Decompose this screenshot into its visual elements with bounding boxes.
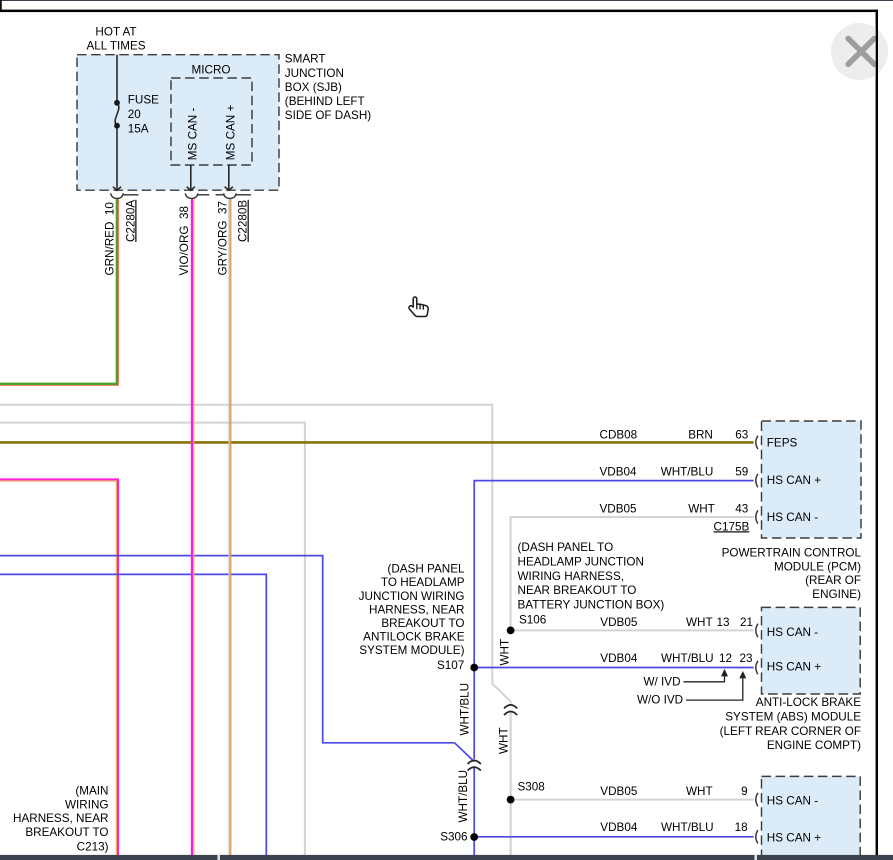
- svg-text:59: 59: [735, 465, 748, 478]
- svg-text:ANTI-LOCK BRAKE: ANTI-LOCK BRAKE: [756, 696, 861, 709]
- svg-text:HS CAN -: HS CAN -: [767, 626, 818, 639]
- svg-text:WHT/BLU: WHT/BLU: [457, 770, 470, 823]
- svg-text:S107: S107: [437, 659, 464, 672]
- svg-text:BOX (SJB): BOX (SJB): [285, 81, 342, 94]
- svg-text:MS CAN -: MS CAN -: [186, 107, 199, 160]
- svg-text:POWERTRAIN CONTROL: POWERTRAIN CONTROL: [722, 547, 862, 560]
- svg-text:W/O IVD: W/O IVD: [637, 694, 683, 707]
- svg-text:C175B: C175B: [714, 520, 750, 533]
- svg-text:VDB05: VDB05: [600, 502, 638, 515]
- svg-text:9: 9: [741, 785, 748, 798]
- svg-text:S308: S308: [518, 780, 545, 793]
- svg-text:13: 13: [716, 616, 729, 629]
- svg-text:WHT: WHT: [686, 616, 713, 629]
- svg-text:HS CAN -: HS CAN -: [767, 795, 818, 808]
- svg-text:SIDE OF DASH): SIDE OF DASH): [285, 109, 371, 122]
- svg-text:HS CAN +: HS CAN +: [767, 474, 821, 487]
- svg-text:BATTERY JUNCTION BOX): BATTERY JUNCTION BOX): [518, 598, 665, 611]
- svg-text:MS CAN +: MS CAN +: [224, 104, 237, 160]
- svg-text:C2280A: C2280A: [124, 200, 137, 242]
- svg-text:43: 43: [735, 502, 748, 515]
- svg-text:VIO/ORG 38: VIO/ORG 38: [178, 206, 191, 276]
- svg-text:WHT: WHT: [686, 785, 713, 798]
- svg-text:MODULE (PCM): MODULE (PCM): [774, 560, 861, 573]
- svg-text:23: 23: [739, 652, 752, 665]
- svg-text:(DASH PANEL TO: (DASH PANEL TO: [518, 541, 614, 554]
- svg-text:(REAR OF: (REAR OF: [805, 574, 861, 587]
- svg-text:BREAKOUT TO: BREAKOUT TO: [381, 617, 464, 630]
- svg-text:WHT/BLU: WHT/BLU: [661, 465, 714, 478]
- svg-text:HS CAN -: HS CAN -: [767, 511, 818, 524]
- svg-text:HARNESS, NEAR: HARNESS, NEAR: [369, 603, 464, 616]
- svg-text:(DASH PANEL: (DASH PANEL: [387, 563, 465, 576]
- svg-text:WHT: WHT: [498, 727, 511, 754]
- svg-text:WHT: WHT: [688, 502, 715, 515]
- svg-text:S306: S306: [440, 830, 467, 843]
- svg-text:VDB04: VDB04: [600, 465, 638, 478]
- svg-text:W/ IVD: W/ IVD: [644, 675, 681, 688]
- svg-text:JUNCTION WIRING: JUNCTION WIRING: [359, 590, 465, 603]
- svg-text:SMART: SMART: [285, 53, 326, 66]
- svg-text:ANTILOCK BRAKE: ANTILOCK BRAKE: [363, 631, 465, 644]
- svg-text:18: 18: [735, 821, 748, 834]
- svg-text:WHT/BLU: WHT/BLU: [458, 683, 471, 736]
- svg-text:HS CAN +: HS CAN +: [767, 832, 821, 845]
- svg-text:BRN: BRN: [688, 428, 713, 441]
- svg-text:VDB04: VDB04: [600, 821, 638, 834]
- svg-text:C213): C213): [77, 840, 109, 853]
- svg-text:NEAR BREAKOUT TO: NEAR BREAKOUT TO: [518, 584, 637, 597]
- svg-text:12: 12: [719, 652, 732, 665]
- svg-text:WHT/BLU: WHT/BLU: [661, 652, 714, 665]
- svg-text:63: 63: [735, 428, 748, 441]
- svg-text:CDB08: CDB08: [600, 428, 638, 441]
- svg-text:TO HEADLAMP: TO HEADLAMP: [381, 576, 465, 589]
- svg-text:VDB05: VDB05: [600, 616, 638, 629]
- svg-text:HOT AT: HOT AT: [95, 25, 136, 38]
- svg-text:SYSTEM (ABS) MODULE: SYSTEM (ABS) MODULE: [725, 711, 861, 724]
- svg-text:21: 21: [740, 616, 753, 629]
- svg-text:SYSTEM MODULE): SYSTEM MODULE): [359, 644, 464, 657]
- svg-text:HARNESS, NEAR: HARNESS, NEAR: [13, 812, 108, 825]
- svg-text:BREAKOUT TO: BREAKOUT TO: [25, 826, 108, 839]
- svg-text:WIRING: WIRING: [65, 798, 109, 811]
- svg-text:15A: 15A: [128, 122, 149, 135]
- svg-text:(MAIN: (MAIN: [75, 784, 108, 797]
- svg-text:20: 20: [128, 108, 142, 121]
- svg-text:MICRO: MICRO: [192, 64, 231, 77]
- svg-text:ENGINE): ENGINE): [812, 588, 861, 601]
- svg-text:FEPS: FEPS: [767, 437, 798, 450]
- svg-text:JUNCTION: JUNCTION: [285, 67, 344, 80]
- svg-text:HEADLAMP JUNCTION: HEADLAMP JUNCTION: [518, 556, 644, 569]
- svg-text:FUSE: FUSE: [128, 94, 159, 107]
- svg-text:HS CAN +: HS CAN +: [767, 661, 821, 674]
- svg-text:(LEFT REAR CORNER OF: (LEFT REAR CORNER OF: [720, 725, 861, 738]
- svg-text:WIRING HARNESS,: WIRING HARNESS,: [518, 570, 625, 583]
- svg-text:WHT/BLU: WHT/BLU: [661, 821, 714, 834]
- svg-text:VDB05: VDB05: [600, 785, 638, 798]
- svg-text:GRY/ORG 37: GRY/ORG 37: [217, 201, 230, 275]
- svg-text:ALL TIMES: ALL TIMES: [86, 40, 145, 53]
- svg-text:(BEHIND LEFT: (BEHIND LEFT: [285, 95, 365, 108]
- svg-text:GRN/RED 10: GRN/RED 10: [104, 202, 117, 276]
- svg-text:VDB04: VDB04: [600, 652, 638, 665]
- svg-text:WHT: WHT: [498, 639, 511, 666]
- svg-text:C2280B: C2280B: [237, 200, 250, 242]
- svg-text:S106: S106: [519, 613, 546, 626]
- svg-text:ENGINE COMPT): ENGINE COMPT): [767, 739, 861, 752]
